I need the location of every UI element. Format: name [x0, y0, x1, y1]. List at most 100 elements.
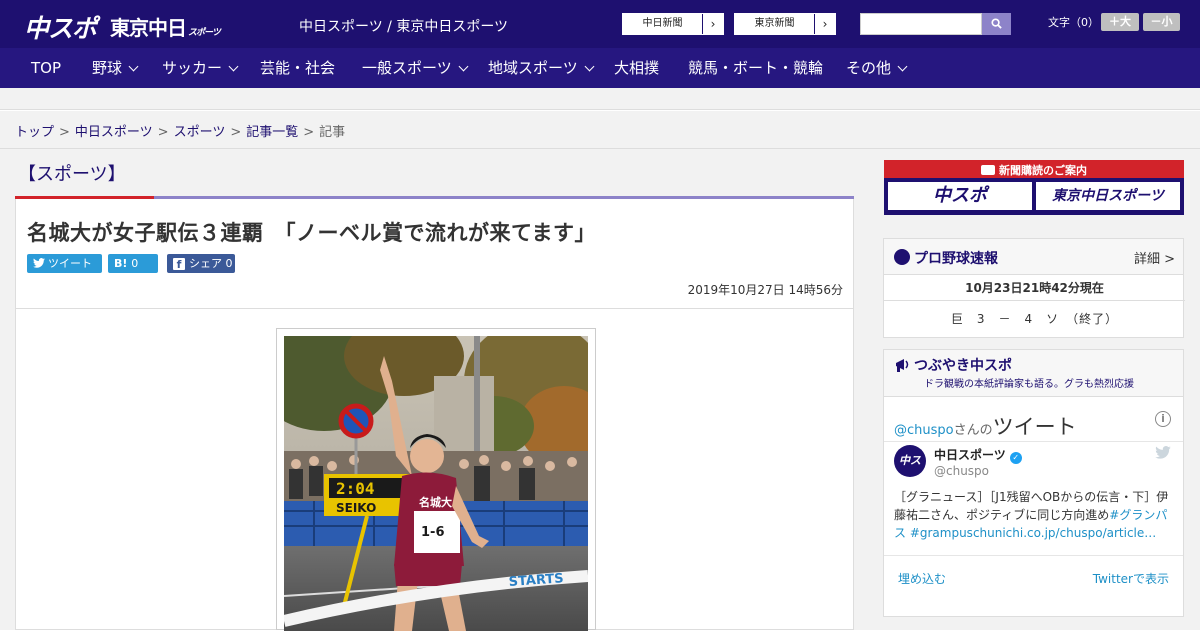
breadcrumb-separator: >: [303, 125, 315, 140]
clock-brand: SEIKO: [336, 501, 376, 515]
subscribe-chuspo[interactable]: 中スポ: [888, 182, 1032, 210]
nav-label: 競馬・ボート・競輪: [688, 59, 824, 77]
score-timestamp: 10月23日21時42分現在: [965, 281, 1104, 295]
baseball-icon: [894, 249, 910, 265]
bib-number: 1-6: [421, 525, 445, 540]
font-size-label: 文字（0）: [1048, 16, 1099, 29]
article-date: 2019年10月27日 14時56分: [687, 283, 843, 297]
handle-suffix: さんの: [953, 423, 993, 438]
site-name-link[interactable]: 中日スポーツ / 東京中日スポーツ: [299, 16, 508, 36]
tweet-button[interactable]: ツイート: [27, 254, 102, 273]
account-handle[interactable]: @chuspo: [934, 464, 989, 478]
breadcrumb: トップ > 中日スポーツ > スポーツ > 記事一覧 > 記事: [15, 121, 345, 140]
tweet-label: ツイート: [48, 257, 92, 270]
breadcrumb-separator: >: [157, 125, 169, 140]
facebook-label: シェア: [189, 257, 222, 270]
baseball-details-link[interactable]: 詳細 >: [1134, 248, 1175, 267]
nav-item-sumo[interactable]: 大相撲: [614, 48, 659, 88]
nav-label: 芸能・社会: [260, 59, 336, 77]
nav-item-racing[interactable]: 競馬・ボート・競輪: [688, 48, 823, 88]
nav-item-top[interactable]: TOP: [31, 48, 61, 88]
chunichi-shimbun-link[interactable]: 中日新聞 ›: [622, 13, 724, 35]
twitter-widget-header: つぶやき中スポ ドラ観戦の本紙評論家も語る。グラも熱烈応援: [884, 350, 1183, 397]
breadcrumb-current: 記事: [319, 125, 346, 140]
verified-badge-icon: ✓: [1009, 452, 1022, 464]
breadcrumb-sports[interactable]: スポーツ: [174, 125, 226, 140]
breadcrumb-bar: トップ > 中日スポーツ > スポーツ > 記事一覧 > 記事: [0, 111, 1200, 149]
account-name[interactable]: 中日スポーツ ✓: [934, 446, 1022, 464]
game-score[interactable]: 巨 3 － 4 ソ （終了）: [884, 310, 1185, 327]
info-icon[interactable]: i: [1155, 411, 1171, 427]
chevron-down-icon: [584, 61, 595, 72]
nav-label: 地域スポーツ: [488, 59, 578, 77]
newspaper-icon: [981, 165, 995, 175]
nav-item-regional-sports[interactable]: 地域スポーツ: [488, 48, 595, 88]
font-smaller-button[interactable]: －小: [1143, 13, 1180, 31]
chuspo-handle-link[interactable]: @chuspo: [894, 423, 954, 438]
subscription-banner[interactable]: 新聞購読のご案内 中スポ 東京中日スポーツ: [884, 160, 1184, 215]
score-divider: [884, 300, 1185, 301]
breadcrumb-separator: >: [230, 125, 242, 140]
nav-item-soccer[interactable]: サッカー: [162, 48, 239, 88]
chevron-down-icon: [897, 61, 908, 72]
article-headline: 名城大が女子駅伝３連覇 「ノーベル賞で流れが来てます」: [27, 221, 596, 245]
nav-item-other[interactable]: その他: [846, 48, 908, 88]
breadcrumb-chunichi-sports[interactable]: 中日スポーツ: [75, 125, 153, 140]
article-photo[interactable]: 2:04 SEIKO 名城大 1-6 STARTS: [284, 336, 588, 631]
breadcrumb-article-list[interactable]: 記事一覧: [246, 125, 298, 140]
chevron-right-icon: ›: [710, 17, 716, 31]
chevron-down-icon: [228, 61, 239, 72]
tokyo-shimbun-link[interactable]: 東京新聞 ›: [734, 13, 836, 35]
twitter-icon: [33, 258, 45, 268]
nav-item-general-sports[interactable]: 一般スポーツ: [362, 48, 469, 88]
avatar[interactable]: 中スポ: [894, 445, 926, 499]
tweet-divider: [884, 555, 1183, 556]
main-nav: TOP 野球 サッカー 芸能・社会 一般スポーツ 地域スポーツ 大相撲 競馬・ボ…: [0, 48, 1200, 88]
account-name-text: 中日スポーツ: [934, 448, 1006, 462]
view-on-twitter-link[interactable]: Twitterで表示: [1093, 570, 1169, 587]
search-icon: [991, 18, 1002, 29]
subscribe-tokyo-chunichi[interactable]: 東京中日スポーツ: [1036, 182, 1180, 210]
article-card: 名城大が女子駅伝３連覇 「ノーベル賞で流れが来てます」 ツイート B! 0 fシ…: [15, 199, 854, 631]
twitter-widget: つぶやき中スポ ドラ観戦の本紙評論家も語る。グラも熱烈応援 @chuspoさんの…: [883, 349, 1184, 617]
subscription-title-text: 新聞購読のご案内: [999, 164, 1087, 177]
chevron-right-icon: ›: [822, 17, 828, 31]
megaphone-icon: [896, 359, 909, 372]
article-photo-frame: 2:04 SEIKO 名城大 1-6 STARTS: [276, 328, 596, 631]
baseball-score-widget: プロ野球速報 詳細 > 10月23日21時42分現在 巨 3 － 4 ソ （終了…: [883, 238, 1185, 338]
tokyo-logo-text: 東京中日: [110, 16, 187, 40]
paper-link-label: 中日新聞: [623, 14, 703, 34]
tokyo-chunichi-logo[interactable]: 東京中日 スポーツ: [110, 12, 221, 41]
font-bigger-button[interactable]: ＋大: [1101, 13, 1139, 31]
tokyo-logo-sub: スポーツ: [188, 28, 221, 38]
nav-item-entertainment[interactable]: 芸能・社会: [260, 48, 335, 88]
section-label: 【スポーツ】: [18, 164, 126, 185]
site-header: 中スポ 東京中日 スポーツ 中日スポーツ / 東京中日スポーツ 中日新聞 › 東京…: [0, 0, 1200, 48]
nav-item-baseball[interactable]: 野球: [92, 48, 139, 88]
breadcrumb-separator: >: [59, 125, 70, 140]
runner-photo-illustration: 2:04 SEIKO 名城大 1-6 STARTS: [284, 336, 588, 631]
twitter-bird-icon[interactable]: [1155, 446, 1171, 463]
subscription-title: 新聞購読のご案内: [884, 162, 1184, 178]
search-button[interactable]: [982, 13, 1011, 35]
search-input[interactable]: [860, 13, 982, 35]
tweets-header-word: ツイート: [992, 415, 1077, 439]
hatena-count: 0: [131, 257, 139, 270]
tweet-text: ［グラニュース］［J1残留へOBからの伝言・下］伊藤祐二さん、ポジティブに同じ方…: [894, 488, 1174, 542]
chuspo-logo[interactable]: 中スポ: [24, 9, 97, 45]
embed-link[interactable]: 埋め込む: [898, 570, 946, 587]
article-divider: [16, 308, 853, 309]
facebook-share-button[interactable]: f シェア 0: [167, 254, 235, 273]
tweets-header: @chuspoさんのツイート: [894, 411, 1077, 441]
clock-readout: 2:04: [336, 479, 375, 498]
baseball-widget-header: プロ野球速報 詳細 >: [884, 239, 1183, 275]
nav-label: サッカー: [162, 59, 223, 77]
breadcrumb-top[interactable]: トップ: [15, 125, 54, 140]
facebook-icon: f: [173, 258, 185, 271]
nav-label: その他: [846, 59, 892, 77]
twitter-widget-title: つぶやき中スポ: [914, 358, 1012, 374]
nav-label: 大相撲: [614, 59, 660, 77]
nav-label: 一般スポーツ: [362, 59, 452, 77]
baseball-widget-title: プロ野球速報: [914, 251, 998, 267]
hatena-bookmark-button[interactable]: B! 0: [108, 254, 158, 273]
